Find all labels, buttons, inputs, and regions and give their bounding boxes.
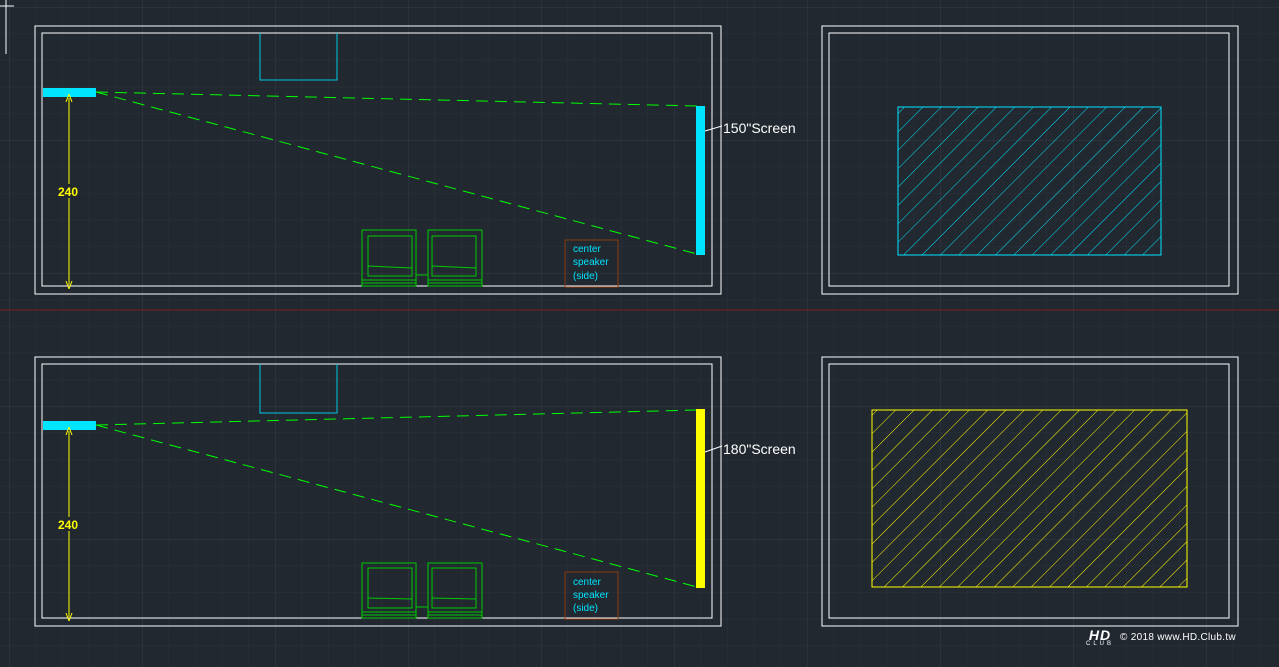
screen-150 xyxy=(696,106,705,255)
screen-150-front xyxy=(897,106,1162,256)
speaker-line-2: speaker xyxy=(573,257,609,268)
speaker-line-1: center xyxy=(573,244,601,255)
hdclub-logo: HD CLUB xyxy=(1086,628,1114,647)
projector-icon xyxy=(43,421,96,430)
screen-label: 180"Screen xyxy=(723,441,796,457)
logo-sub: CLUB xyxy=(1086,640,1115,647)
copyright-text: © 2018 www.HD.Club.tw xyxy=(1120,631,1236,643)
speaker-line-2: speaker xyxy=(573,590,609,601)
logo-main: HD xyxy=(1088,626,1112,643)
screen-180-front xyxy=(871,409,1188,588)
cad-drawing-canvas[interactable]: 150"Screen 240 center speaker (side) 180… xyxy=(0,0,1279,667)
screen-label: 150"Screen xyxy=(723,120,796,136)
dimension-label: 240 xyxy=(58,518,78,532)
dimension-label: 240 xyxy=(58,185,78,199)
speaker-line-3: (side) xyxy=(573,271,598,282)
speaker-line-1: center xyxy=(573,577,601,588)
screen-180 xyxy=(696,409,705,588)
speaker-line-3: (side) xyxy=(573,603,598,614)
footer: HD CLUB © 2018 www.HD.Club.tw xyxy=(1086,627,1236,647)
projector-icon xyxy=(43,88,96,97)
